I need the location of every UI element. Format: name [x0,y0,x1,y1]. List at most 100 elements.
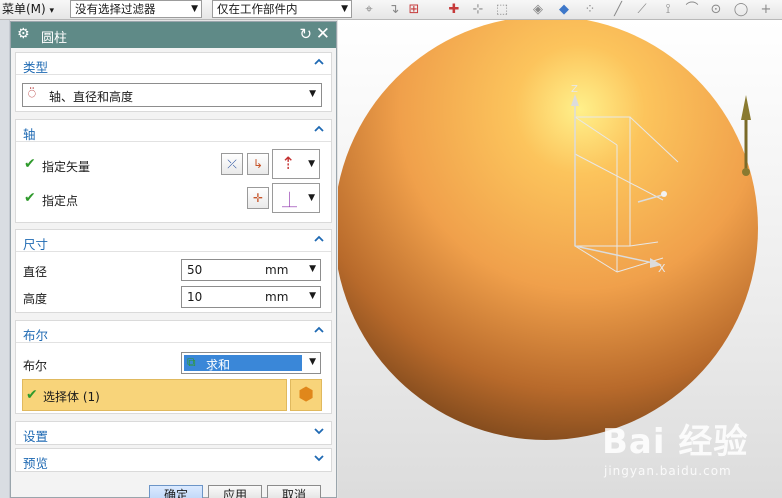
point-type-select[interactable]: ⏊ ▼ [272,183,320,213]
line-icon[interactable]: ╱ [610,2,626,18]
sphere-body[interactable] [338,20,758,440]
menu-label: 菜单(M) [2,2,46,16]
close-icon[interactable]: ✕ [316,24,330,44]
selection-scope-value: 仅在工作部件内 [217,2,298,16]
chevron-down-icon[interactable]: ▼ [309,264,316,274]
chevron-down-icon: ▼ [308,159,315,169]
chevron-down-icon: ▾ [49,6,55,16]
height-input[interactable]: 10 mm ▼ [181,286,321,308]
view-icon[interactable]: ◈ [530,2,546,18]
size-section-label: 尺寸 [23,237,49,252]
point-snap-icon: ⏊ [282,191,298,209]
boolean-section-header[interactable]: 布尔 [16,321,331,343]
vector-dialog-button[interactable]: ↳ [247,153,269,175]
diameter-input[interactable]: 50 mm ▼ [181,259,321,281]
selection-filter-select[interactable]: 没有选择过滤器 ▼ [70,0,202,18]
selection-filter-value: 没有选择过滤器 [75,2,156,16]
check-icon: ✔ [26,387,38,403]
check-icon: ✔ [24,156,36,172]
top-toolbar: 菜单(M) ▾ 没有选择过滤器 ▼ 仅在工作部件内 ▼ ⌖ ↴ ⊞ ✚ ⊹ ⬚ … [0,0,782,20]
height-label: 高度 [23,292,48,306]
diameter-value: 50 [187,263,203,277]
dialog-header: ⚙ 圆柱 ↻ ✕ [11,22,336,48]
plus-icon[interactable]: + [758,2,774,18]
size-section-header[interactable]: 尺寸 [16,230,331,252]
selection-scope-select[interactable]: 仅在工作部件内 ▼ [212,0,352,18]
arrow-snap-icon[interactable]: ↴ [386,2,402,18]
left-resource-bar [0,20,10,498]
boolean-select-value: 求和 [206,358,231,372]
select-body-label: 选择体 (1) [43,390,100,404]
chevron-down-icon: ▼ [309,89,316,99]
height-value: 10 [187,290,203,304]
select-body-button[interactable]: ⬢ [290,379,322,411]
watermark-site: jingyan.baidu.com [604,464,732,478]
axis-section-label: 轴 [23,127,36,142]
reset-icon[interactable]: ↻ [299,25,312,43]
check-icon: ✔ [24,190,36,206]
specify-vector-label: 指定矢量 [42,160,91,174]
slash-icon[interactable]: ⟋ [634,2,650,18]
axis-section-header[interactable]: 轴 [16,120,331,142]
specify-point-label: 指定点 [42,194,79,208]
select-body-row[interactable]: ✔ 选择体 (1) [22,379,287,411]
chevron-down-icon[interactable]: ▼ [309,291,316,301]
boolean-section-label: 布尔 [23,328,49,343]
vector-type-select[interactable]: ⇡ ▼ [272,149,320,179]
type-section-header[interactable]: 类型 [16,53,331,75]
chevron-down-icon: ▼ [308,193,315,203]
circle-icon[interactable]: ◯ [733,2,749,18]
boolean-selected-option: ⧉ 求和 [184,355,302,372]
axis-section: 轴 ✔ 指定矢量 ⤫ ↳ ⇡ ▼ ✔ 指定点 ✛ ⏊ ▼ [15,119,332,223]
cylinder-dialog: ⚙ 圆柱 ↻ ✕ 类型 ⍥ 轴、直径和高度 ▼ 轴 ✔ 指定矢量 ⤫ ↳ ⇡ ▼… [10,21,337,498]
reverse-direction-button[interactable]: ⤫ [221,153,243,175]
boolean-label: 布尔 [23,359,48,373]
preview-section-label: 预览 [23,456,49,471]
chevron-down-icon [313,452,325,464]
snap-icon[interactable]: ⌖ [361,2,377,18]
type-section: 类型 ⍥ 轴、直径和高度 ▼ [15,52,332,112]
dialog-title: 圆柱 [41,31,68,46]
settings-section-label: 设置 [23,429,49,444]
apply-button[interactable]: 应用 [208,485,262,498]
chevron-up-icon [313,56,325,68]
height-unit: mm [265,290,289,304]
boolean-select[interactable]: ⧉ 求和 ▼ [181,352,321,374]
circle-target-icon[interactable]: ⊙ [708,2,724,18]
cube-icon[interactable]: ◆ [556,2,572,18]
chevron-up-icon [313,123,325,135]
settings-section-header[interactable]: 设置 [16,422,331,444]
point-dialog-button[interactable]: ✛ [247,187,269,209]
chevron-up-icon [313,233,325,245]
gear-icon[interactable]: ⚙ [17,26,30,42]
cylinder-type-icon: ⍥ [28,87,36,102]
point-snap-icon[interactable]: ⊞ [406,2,422,18]
chevron-up-icon [313,324,325,336]
preview-section: 预览 [15,448,332,472]
cancel-button[interactable]: 取消 [267,485,321,498]
z-axis-label: Z [571,84,578,95]
x-axis-label: X [658,262,666,275]
type-select-value: 轴、直径和高度 [49,90,134,104]
box-select-icon[interactable]: ⬚ [494,2,510,18]
pattern-icon[interactable]: ⁘ [582,2,598,18]
ok-button[interactable]: 确定 [149,485,203,498]
origin-icon[interactable]: ⊹ [470,2,486,18]
chevron-down-icon: ▼ [341,4,348,14]
vector-arrow-icon: ⇡ [281,154,296,174]
menu-button[interactable]: 菜单(M) ▾ [2,0,54,18]
crosshair-icon[interactable]: ✚ [446,2,462,18]
watermark-brand: Bai 经验 [602,422,749,462]
arc-icon[interactable]: ⌒ [684,2,700,18]
chevron-down-icon: ▼ [309,357,316,367]
settings-section: 设置 [15,421,332,445]
unite-icon: ⧉ [187,355,196,369]
baidu-watermark: Bai 经验 jingyan.baidu.com [582,412,778,492]
preview-section-header[interactable]: 预览 [16,449,331,471]
boolean-section: 布尔 布尔 ⧉ 求和 ▼ ✔ 选择体 (1) ⬢ [15,320,332,414]
type-select[interactable]: ⍥ 轴、直径和高度 ▼ [22,83,322,107]
type-section-label: 类型 [23,60,49,75]
curve-icon[interactable]: ⟟ [660,2,676,18]
size-section: 尺寸 直径 50 mm ▼ 高度 10 mm ▼ [15,229,332,313]
chevron-down-icon: ▼ [191,4,198,14]
